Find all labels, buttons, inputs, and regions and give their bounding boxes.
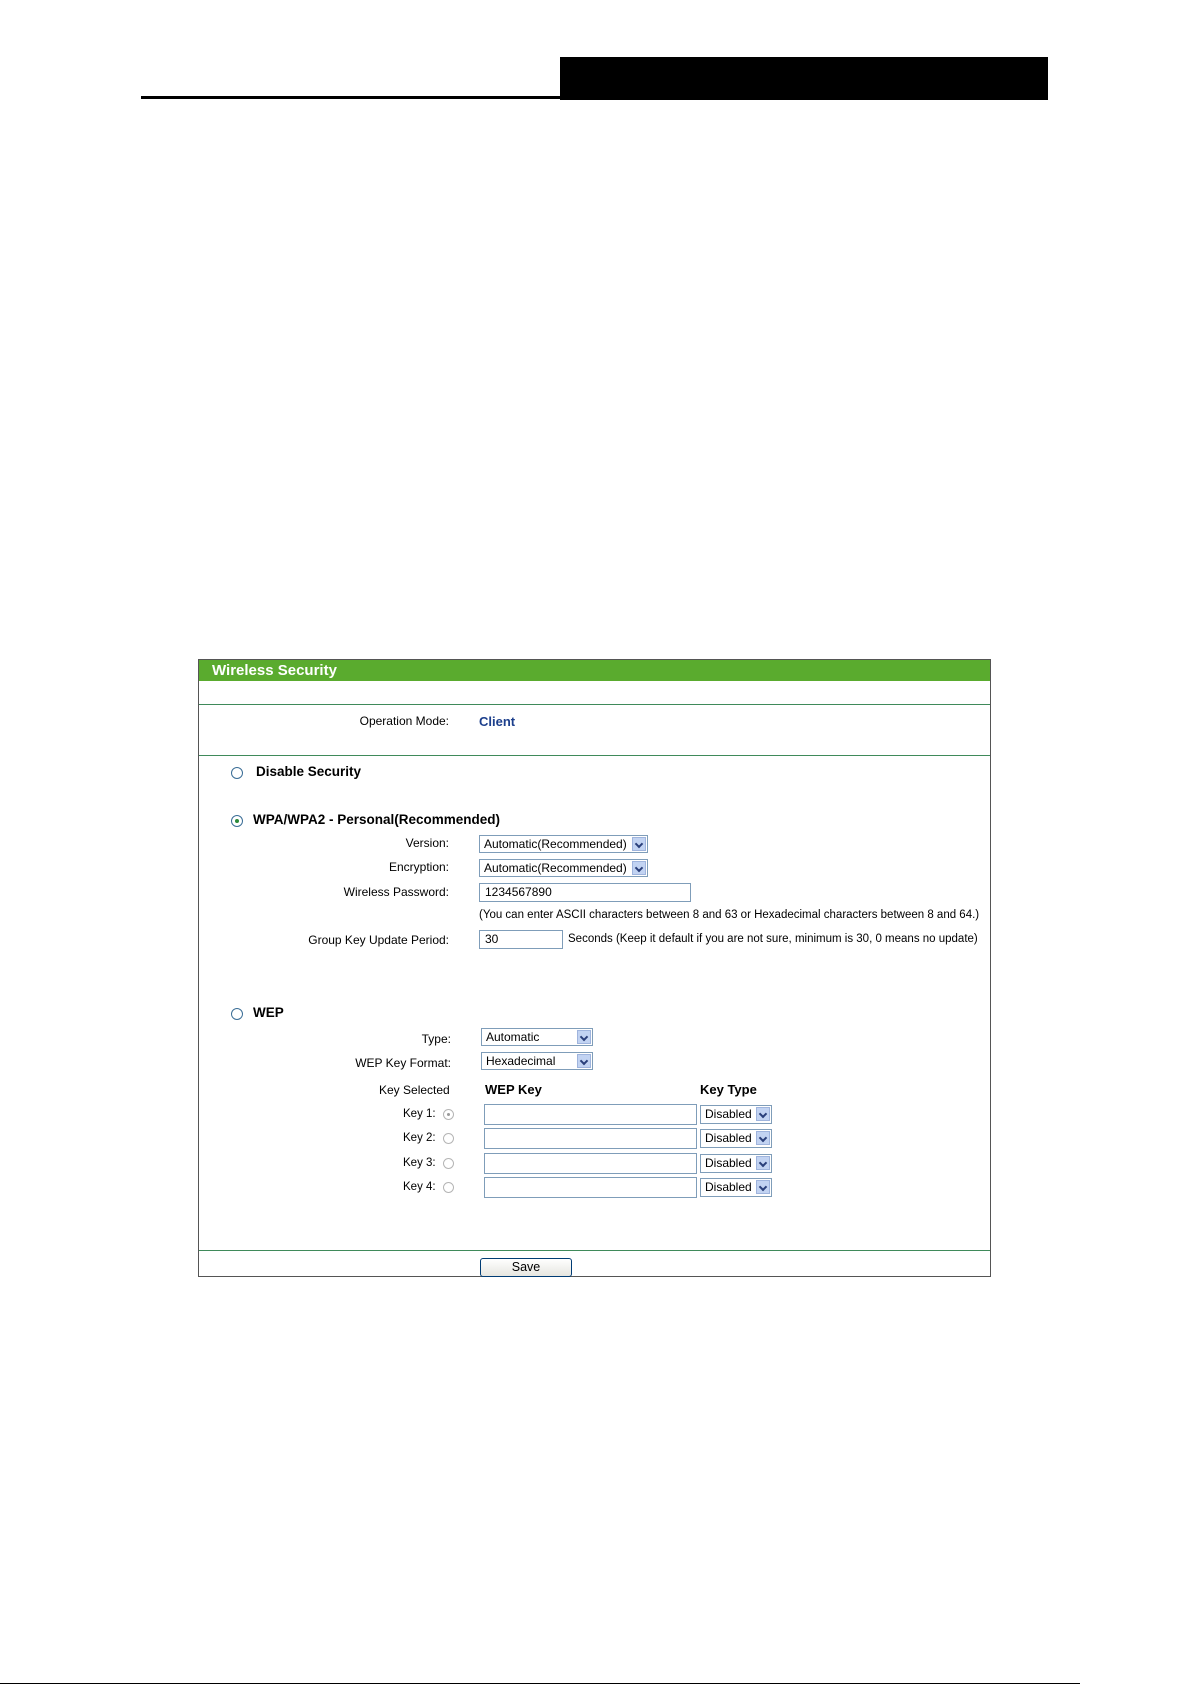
wep-type-value: Automatic [486, 1030, 540, 1044]
chevron-down-icon [756, 1180, 770, 1194]
key-4-label: Key 4: [403, 1181, 436, 1193]
document-header-bar [560, 57, 1048, 100]
key-2-label: Key 2: [403, 1132, 436, 1144]
wep-key-1-input[interactable] [484, 1104, 697, 1125]
disable-security-label: Disable Security [256, 764, 362, 779]
wep-key-header: WEP Key [485, 1082, 542, 1097]
key-2-type-select[interactable]: Disabled [700, 1129, 772, 1148]
wep-key-format-value: Hexadecimal [486, 1054, 556, 1068]
wireless-password-label: Wireless Password: [343, 885, 449, 899]
encryption-value: Automatic(Recommended) [484, 861, 627, 875]
divider [199, 755, 990, 756]
key-2-type-value: Disabled [705, 1131, 752, 1145]
encryption-select[interactable]: Automatic(Recommended) [479, 859, 648, 877]
key-3-type-value: Disabled [705, 1156, 752, 1170]
chevron-down-icon [577, 1054, 591, 1068]
wep-radio[interactable] [231, 1008, 243, 1020]
key-type-header: Key Type [700, 1082, 757, 1097]
chevron-down-icon [756, 1107, 770, 1121]
chevron-down-icon [632, 861, 646, 875]
group-key-label: Group Key Update Period: [308, 933, 449, 947]
chevron-down-icon [632, 837, 646, 851]
chevron-down-icon [756, 1131, 770, 1145]
save-button[interactable]: Save [480, 1258, 572, 1277]
divider [199, 704, 990, 705]
key-1-type-select[interactable]: Disabled [700, 1105, 772, 1124]
password-note: (You can enter ASCII characters between … [479, 909, 980, 921]
version-label: Version: [405, 836, 449, 850]
key-4-type-select[interactable]: Disabled [700, 1178, 772, 1197]
key-selected-header: Key Selected [379, 1083, 450, 1097]
disable-security-radio[interactable] [231, 767, 243, 779]
wep-type-select[interactable]: Automatic [481, 1028, 593, 1046]
wep-key-3-input[interactable] [484, 1153, 697, 1174]
key-1-radio[interactable] [443, 1109, 454, 1120]
key-1-type-value: Disabled [705, 1107, 752, 1121]
wep-label: WEP [253, 1005, 284, 1020]
wep-type-label: Type: [421, 1032, 451, 1046]
wep-key-4-input[interactable] [484, 1177, 697, 1198]
panel-title: Wireless Security [199, 660, 990, 681]
wpa-personal-label: WPA/WPA2 - Personal(Recommended) [253, 812, 501, 827]
key-3-radio[interactable] [443, 1158, 454, 1169]
group-key-note: Seconds (Keep it default if you are not … [568, 933, 978, 945]
chevron-down-icon [756, 1156, 770, 1170]
key-4-type-value: Disabled [705, 1180, 752, 1194]
key-3-label: Key 3: [403, 1157, 436, 1169]
version-value: Automatic(Recommended) [484, 837, 627, 851]
operation-mode-label: Operation Mode: [359, 714, 449, 728]
encryption-label: Encryption: [388, 860, 449, 874]
wpa-personal-radio[interactable] [231, 815, 243, 827]
key-2-radio[interactable] [443, 1133, 454, 1144]
key-1-label: Key 1: [403, 1108, 436, 1120]
wep-key-2-input[interactable] [484, 1128, 697, 1149]
key-3-type-select[interactable]: Disabled [700, 1154, 772, 1173]
document-footer-rule [0, 1683, 1080, 1684]
wep-key-format-label: WEP Key Format: [355, 1056, 451, 1070]
wep-key-format-select[interactable]: Hexadecimal [481, 1052, 593, 1070]
wireless-security-panel: Wireless Security Operation Mode: Client… [198, 659, 991, 1277]
operation-mode-value: Client [479, 714, 516, 729]
group-key-input[interactable]: 30 [479, 930, 563, 949]
wireless-password-input[interactable]: 1234567890 [479, 883, 691, 902]
chevron-down-icon [577, 1030, 591, 1044]
version-select[interactable]: Automatic(Recommended) [479, 835, 648, 853]
key-4-radio[interactable] [443, 1182, 454, 1193]
divider [199, 1250, 990, 1251]
document-header-rule [141, 96, 561, 99]
